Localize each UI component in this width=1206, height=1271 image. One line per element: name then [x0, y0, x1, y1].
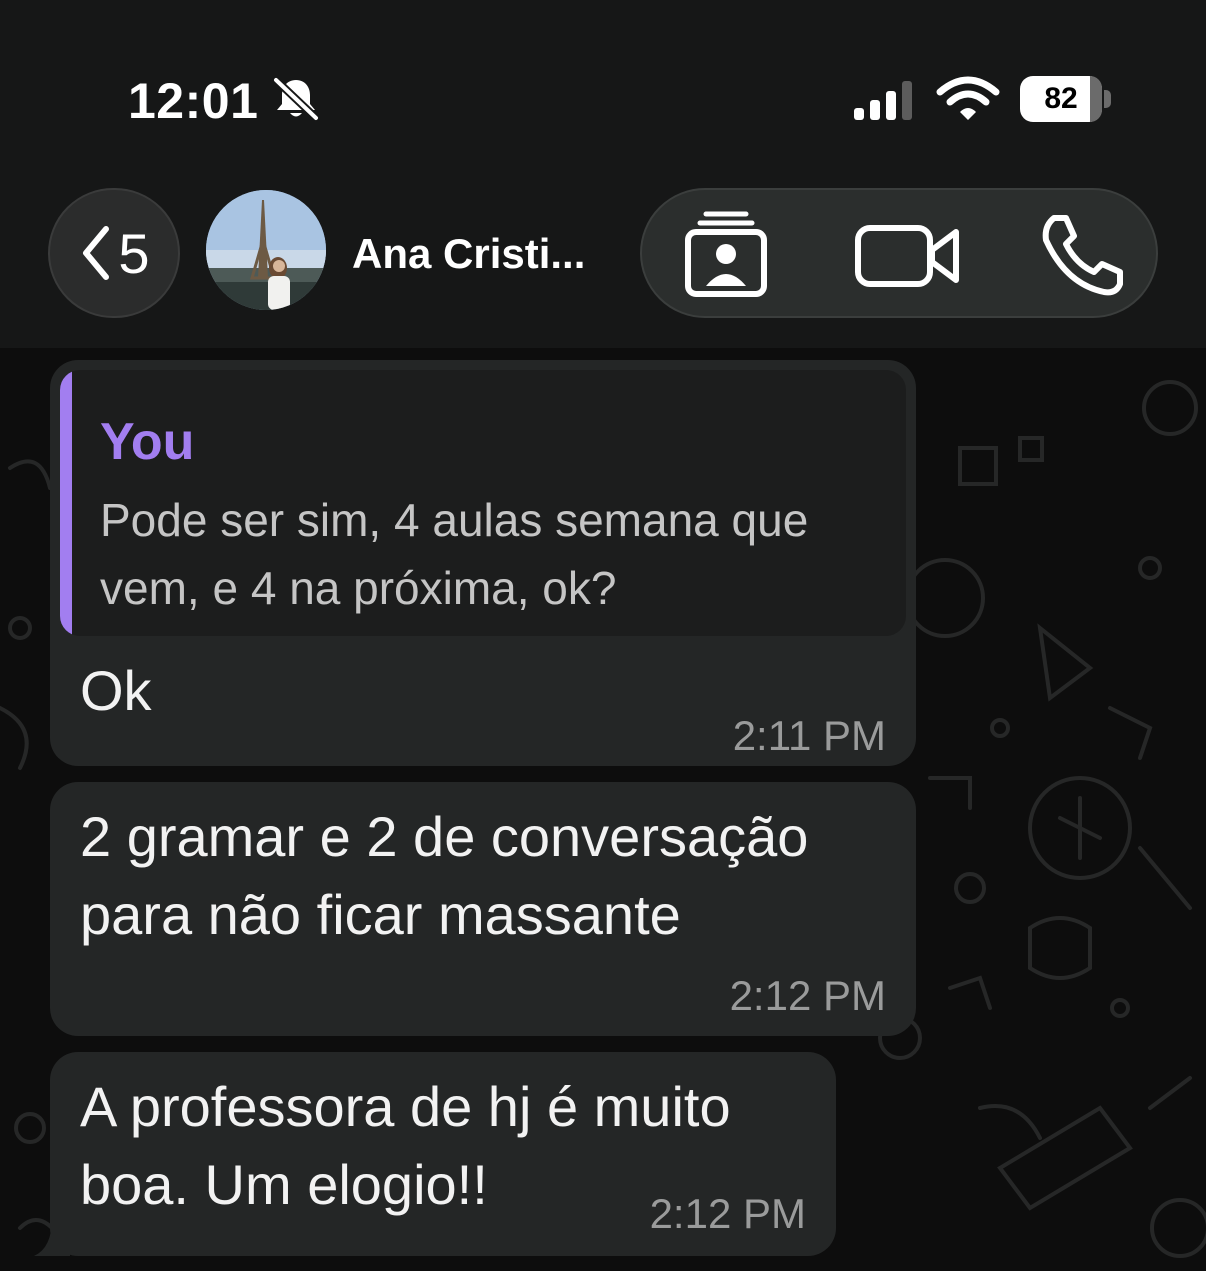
message-time: 2:12 PM	[649, 1190, 806, 1237]
wifi-icon	[936, 76, 1000, 120]
message-time: 2:12 PM	[729, 972, 886, 1019]
contact-cards-icon	[685, 211, 767, 297]
battery-percent: 82	[1044, 82, 1078, 115]
chat-header: 5 Ana Cristi...	[0, 160, 1206, 348]
message-text-line: 2 gramar e 2 de conversação	[80, 805, 809, 868]
avatar-photo	[206, 190, 326, 310]
phone-icon	[1042, 215, 1123, 296]
message-text: Ok	[80, 659, 152, 722]
contact-avatar[interactable]	[206, 190, 326, 310]
contacts-button[interactable]	[676, 210, 776, 300]
message-list[interactable]: You Pode ser sim, 4 aulas semana que vem…	[0, 348, 1206, 1271]
voice-call-button[interactable]	[1032, 210, 1132, 300]
message-bubble[interactable]: A professora de hj é muito boa. Um elogi…	[50, 1052, 836, 1256]
quote-text: Pode ser sim, 4 aulas semana que vem, e …	[100, 494, 809, 614]
bell-slash-icon	[273, 77, 319, 121]
message-time: 2:11 PM	[732, 712, 886, 759]
message-text-line: A professora de hj é muito	[80, 1075, 731, 1138]
video-camera-icon	[855, 225, 959, 287]
contact-name[interactable]: Ana Cristi...	[352, 230, 585, 278]
call-actions-group	[640, 188, 1158, 318]
video-call-button[interactable]	[852, 210, 962, 300]
chat-screen: 12:01 82 5 Ana Cristi... You Pode ser si…	[0, 0, 1206, 1271]
quote-accent-bar	[60, 370, 72, 636]
quote-author: You	[100, 413, 195, 471]
message-text-line: para não ficar massante	[80, 883, 681, 946]
unread-count: 5	[118, 221, 150, 285]
message-text-line: boa. Um elogio!!	[80, 1153, 488, 1216]
cellular-signal-icon	[854, 81, 912, 120]
reply-quote[interactable]: You Pode ser sim, 4 aulas semana que vem…	[60, 370, 906, 636]
message-bubble[interactable]: 2 gramar e 2 de conversação para não fic…	[50, 782, 916, 1036]
bubble-tail	[34, 1218, 70, 1256]
battery-cap	[1104, 90, 1111, 108]
battery-icon: 82	[1020, 76, 1112, 122]
status-bar: 12:01 82	[0, 0, 1206, 160]
chevron-left-icon	[83, 226, 110, 280]
message-bubble[interactable]: You Pode ser sim, 4 aulas semana que vem…	[50, 360, 916, 766]
back-button[interactable]: 5	[48, 188, 180, 318]
status-time: 12:01	[128, 73, 259, 129]
